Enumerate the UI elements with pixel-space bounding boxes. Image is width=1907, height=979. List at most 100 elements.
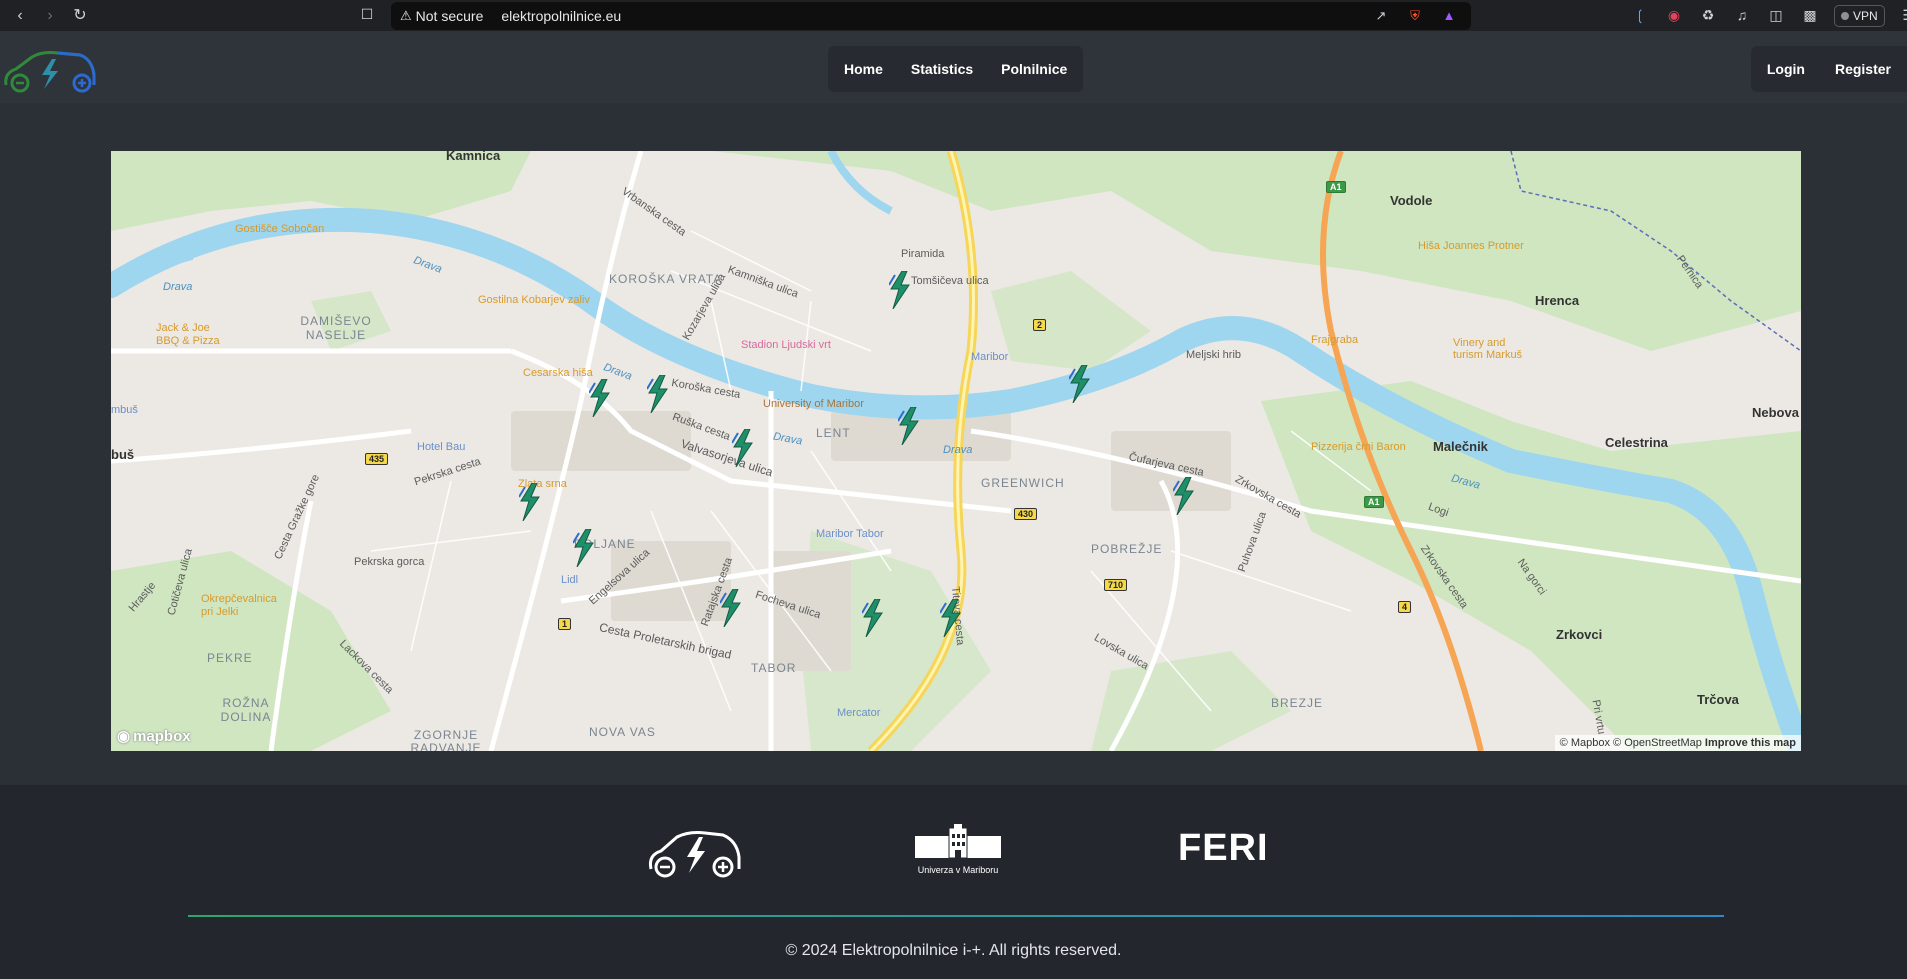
- map-label: TABOR: [751, 661, 797, 675]
- nav-polnilnice[interactable]: Polnilnice: [1001, 61, 1067, 77]
- university-label: Univerza v Mariboru: [917, 865, 999, 875]
- footer-car-logo: [645, 825, 743, 885]
- map-label: Gostilna Kobarjev zaliv: [478, 294, 590, 306]
- nav-home[interactable]: Home: [844, 61, 883, 77]
- map-label: Vinery and turism Markuš: [1453, 337, 1523, 361]
- address-bar[interactable]: ⚠ Not secure elektropolnilnice.eu ↗ ⛨ ▲: [391, 2, 1471, 30]
- footer-divider: [188, 915, 1724, 917]
- map-label: Hiša Joannes Protner: [1418, 240, 1524, 252]
- vpn-label: VPN: [1853, 9, 1878, 23]
- road-shield: 1: [558, 618, 572, 630]
- share-icon[interactable]: ↗: [1371, 6, 1391, 26]
- map-label: Drava: [943, 444, 973, 456]
- university-building-icon: [915, 824, 1001, 859]
- charging-station-marker-icon[interactable]: [647, 375, 669, 413]
- map-label: NOVA VAS: [589, 725, 656, 739]
- map-label: POBREŽJE: [1091, 542, 1163, 556]
- bookmark-icon[interactable]: ☐: [358, 6, 376, 24]
- security-status[interactable]: Not secure: [416, 8, 484, 24]
- map-label: Frajgraba: [1311, 334, 1359, 346]
- charging-station-marker-icon[interactable]: [1069, 365, 1091, 403]
- sidebar-icon[interactable]: ◫: [1766, 5, 1786, 25]
- ai-icon[interactable]: ❲: [1630, 5, 1650, 25]
- menu-icon[interactable]: ☰: [1899, 5, 1907, 25]
- road-shield: 2: [1033, 319, 1047, 331]
- car-charge-icon: [4, 51, 96, 93]
- charging-station-marker-icon[interactable]: [573, 529, 595, 567]
- reload-icon[interactable]: ↻: [70, 6, 90, 26]
- charging-station-marker-icon[interactable]: [1173, 477, 1195, 515]
- charging-station-marker-icon[interactable]: [720, 589, 742, 627]
- forward-icon[interactable]: ›: [40, 6, 60, 26]
- extensions-icon[interactable]: ♻: [1698, 5, 1718, 25]
- map-label: Hrenca: [1535, 293, 1580, 308]
- back-icon[interactable]: ‹: [10, 6, 30, 26]
- site-logo[interactable]: [2, 45, 98, 95]
- road-shield: A1: [1326, 181, 1346, 193]
- improve-map-link[interactable]: Improve this map: [1705, 737, 1796, 749]
- map-label: Maribor Tabor: [816, 528, 884, 540]
- charging-station-marker-icon[interactable]: [898, 407, 920, 445]
- charging-station-marker-icon[interactable]: [862, 599, 884, 637]
- map-label: mbuš: [111, 404, 138, 416]
- road-shield: 435: [365, 453, 389, 465]
- record-icon[interactable]: ◉: [1664, 5, 1684, 25]
- charging-station-marker-icon[interactable]: [940, 599, 962, 637]
- main-nav: Home Statistics Polnilnice: [828, 46, 1084, 92]
- map-label: ROŽNA DOLINA: [220, 696, 272, 724]
- register-link[interactable]: Register: [1835, 61, 1891, 77]
- road-shield: A1: [1364, 496, 1384, 508]
- copyright-text: © 2024 Elektropolnilnice i-+. All rights…: [785, 942, 1122, 959]
- nav-statistics[interactable]: Statistics: [911, 61, 973, 77]
- map-label: Maribor: [971, 351, 1009, 363]
- mapbox-attribution-link[interactable]: © Mapbox: [1560, 737, 1610, 749]
- map-label: Trčova: [1697, 692, 1739, 707]
- map-label: Jack & Joe BBQ & Pizza: [156, 322, 220, 347]
- charging-station-marker-icon[interactable]: [889, 271, 911, 309]
- login-link[interactable]: Login: [1767, 61, 1805, 77]
- car-charge-icon: [649, 831, 741, 878]
- map-label: Okrepčevalnica pri Jelki: [201, 593, 277, 618]
- map-label: PEKRE: [207, 651, 253, 665]
- site-header: Home Statistics Polnilnice Login Registe…: [0, 31, 1907, 103]
- map-label: Pizzerija črni Baron: [1311, 441, 1406, 453]
- charging-station-marker-icon[interactable]: [732, 429, 754, 467]
- map-label: Mercator: [837, 707, 881, 719]
- road-shield: 430: [1014, 508, 1038, 520]
- map-label: Drava: [163, 281, 193, 293]
- map-label: KOROŠKA VRATA: [609, 272, 723, 286]
- media-icon[interactable]: ♫: [1732, 5, 1752, 25]
- map-label: Celestrina: [1605, 435, 1668, 450]
- bat-rewards-icon[interactable]: ▲: [1439, 6, 1459, 26]
- vpn-button[interactable]: VPN: [1834, 5, 1885, 27]
- map-label: LENT: [816, 426, 851, 440]
- map-label: Nebova: [1752, 405, 1799, 420]
- map-label: Stadion Ljudski vrt: [741, 339, 831, 351]
- warning-icon: ⚠: [400, 8, 412, 23]
- feri-logo: FERI: [1178, 827, 1269, 869]
- map-label: DAMIŠEVO NASELJE: [300, 314, 372, 342]
- site-footer: Univerza v Mariboru FERI © 2024 Elektrop…: [0, 785, 1907, 979]
- university-logo: Univerza v Mariboru: [913, 824, 1003, 875]
- mapbox-logo-text: mapbox: [133, 727, 191, 745]
- map-label: Meljski hrib: [1186, 349, 1242, 361]
- mapbox-icon: ◉: [117, 728, 131, 745]
- wallet-icon[interactable]: ▩: [1800, 5, 1820, 25]
- map-label: buš: [111, 447, 135, 462]
- charging-station-marker-icon[interactable]: [589, 379, 611, 417]
- map-attribution: © Mapbox © OpenStreetMap Improve this ma…: [1554, 735, 1801, 751]
- road-shield: 710: [1104, 579, 1128, 591]
- map-label: Pekrska gorca: [354, 556, 425, 568]
- browser-toolbar: ‹ › ↻ ☐ ⚠ Not secure elektropolnilnice.e…: [0, 0, 1907, 31]
- map-label: ZGORNJE RADVANJE: [410, 728, 482, 752]
- charging-stations-map[interactable]: Kamnica Vrbanska cesta Kamniška ulica Pi…: [111, 151, 1801, 751]
- mapbox-logo[interactable]: ◉ mapbox: [117, 727, 191, 746]
- auth-links: Login Register: [1750, 46, 1907, 92]
- brave-shield-icon[interactable]: ⛨: [1405, 6, 1425, 26]
- osm-attribution-link[interactable]: © OpenStreetMap: [1613, 737, 1702, 749]
- map-label: BREZJE: [1271, 696, 1324, 710]
- map-label: Piramida: [901, 248, 945, 260]
- url-text[interactable]: elektropolnilnice.eu: [501, 8, 621, 24]
- charging-station-marker-icon[interactable]: [519, 483, 541, 521]
- map-label: Kamnica: [446, 151, 501, 163]
